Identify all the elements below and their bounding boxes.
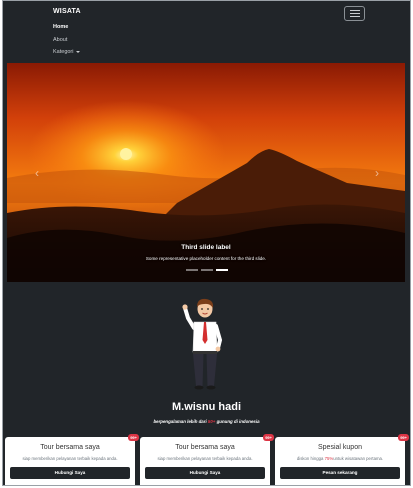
hamburger-icon-line (349, 16, 360, 17)
card-badge: 99+ (263, 434, 274, 441)
tagline-highlight: 50+ (207, 419, 216, 424)
page: WISATA Home About Kategori ‹ › Third sli… (2, 0, 411, 486)
carousel: ‹ › Third slide label Some representativ… (7, 63, 405, 282)
profile-tagline: berpengalaman lebih dari 50+ gunung di i… (3, 419, 410, 424)
carousel-prev-icon[interactable]: ‹ (35, 166, 39, 180)
tagline-text: gunung di indonesia (216, 419, 260, 424)
card-text-part: diskon hingga (296, 456, 324, 461)
carousel-indicators (186, 269, 228, 271)
carousel-indicator-2[interactable] (201, 269, 213, 271)
tagline-text: berpengalaman lebih dari (153, 419, 207, 424)
avatar-illustration (182, 298, 223, 390)
card-tour-2: 99+ Tour bersama saya siap memberikan pe… (140, 434, 274, 485)
order-button[interactable]: Pesan sekarang (280, 467, 400, 479)
card-badge: 99+ (128, 434, 139, 441)
carousel-caption-title: Third slide label (181, 244, 231, 251)
card-text-part: siap memberikan pelayanan terbaik kepada… (157, 456, 253, 461)
contact-button[interactable]: Hubungi Saya (145, 467, 265, 479)
hamburger-icon-line (349, 13, 360, 14)
card-text: siap memberikan pelayanan terbaik kepada… (5, 456, 135, 461)
card-title: Spesial kupon (318, 444, 362, 451)
discount-highlight: 75% (324, 456, 334, 461)
card-badge: 99+ (398, 434, 409, 441)
card-text-part: untuk wisatawan pertama. (333, 456, 384, 461)
card-text: diskon hingga 75%untuk wisatawan pertama… (275, 456, 405, 461)
contact-button[interactable]: Hubungi Saya (10, 467, 130, 479)
navbar-brand[interactable]: WISATA (53, 8, 81, 15)
nav-dropdown-kategori[interactable]: Kategori (53, 49, 80, 55)
nav-dropdown-label: Kategori (53, 49, 74, 55)
nav-link-about[interactable]: About (53, 37, 67, 43)
card-title: Tour bersama saya (175, 444, 235, 451)
card-tour-1: 99+ Tour bersama saya siap memberikan pe… (5, 434, 139, 485)
card-coupon: 99+ Spesial kupon diskon hingga 75%untuk… (275, 434, 409, 485)
card-text: siap memberikan pelayanan terbaik kepada… (140, 456, 270, 461)
card-title: Tour bersama saya (40, 444, 100, 451)
navbar-toggler-button[interactable] (344, 6, 365, 21)
caret-down-icon (75, 50, 80, 53)
profile-name: M.wisnu hadi (171, 401, 242, 413)
carousel-caption-text: Some representative placeholder content … (145, 256, 267, 261)
carousel-indicator-3[interactable] (216, 269, 228, 271)
carousel-indicator-1[interactable] (186, 269, 198, 271)
carousel-next-icon[interactable]: › (375, 166, 379, 180)
card-text-part: siap memberikan pelayanan terbaik kepada… (22, 456, 118, 461)
nav-link-home[interactable]: Home (53, 24, 68, 30)
hamburger-icon-line (349, 10, 360, 11)
